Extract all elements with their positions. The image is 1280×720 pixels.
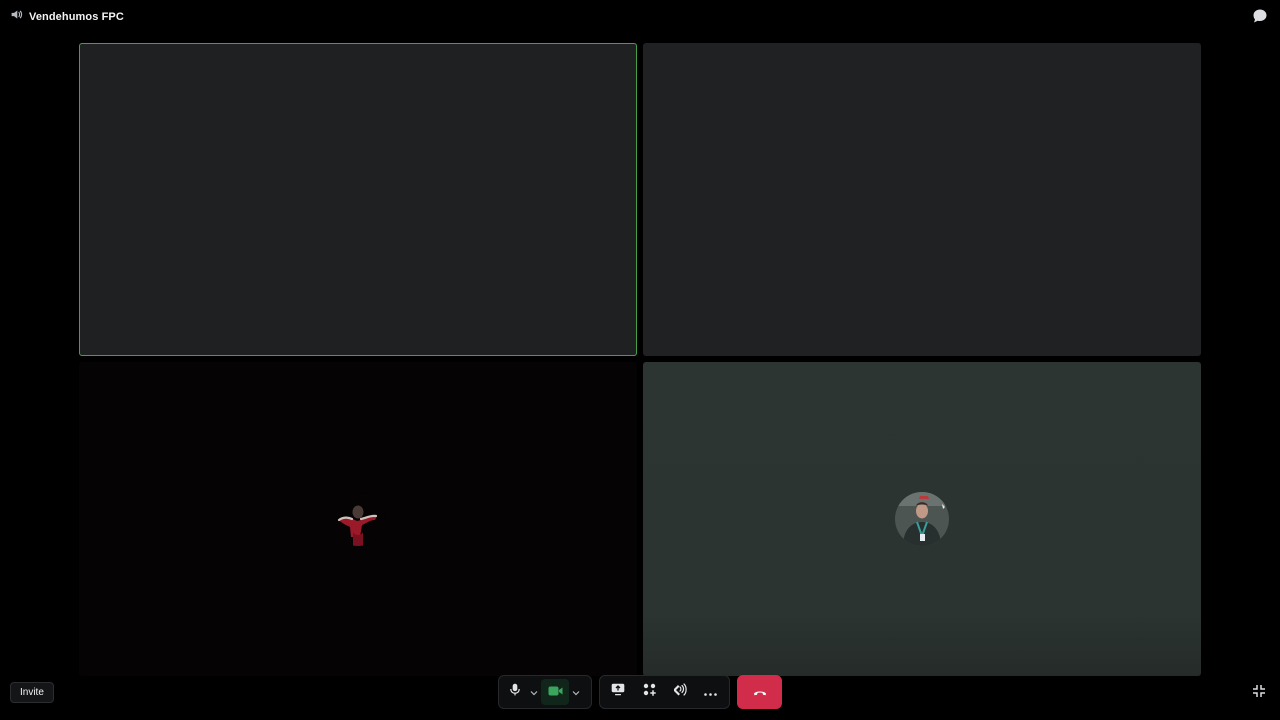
chevron-down-icon — [572, 683, 580, 701]
participant-tile[interactable] — [643, 43, 1201, 356]
hangup-icon — [753, 683, 767, 701]
call-header: Vendehumos FPC — [0, 0, 1280, 32]
chevron-down-icon — [530, 683, 538, 701]
camera-button[interactable] — [541, 679, 569, 705]
microphone-button[interactable] — [503, 679, 527, 705]
more-icon — [704, 683, 717, 701]
invite-button[interactable]: Invite — [10, 682, 54, 703]
activity-icon — [643, 683, 656, 701]
chat-button[interactable] — [1252, 8, 1268, 24]
chat-bubble-icon — [1252, 9, 1268, 28]
audio-video-controls — [498, 675, 592, 709]
soundboard-icon — [673, 683, 687, 701]
screen-share-icon — [611, 683, 625, 701]
audio-options-button[interactable] — [527, 679, 541, 705]
activity-controls — [599, 675, 730, 709]
more-options-button[interactable] — [697, 679, 725, 705]
disconnect-button[interactable] — [737, 675, 782, 709]
channel-header: Vendehumos FPC — [10, 8, 124, 26]
participant-tile-speaking[interactable] — [79, 43, 637, 356]
participant-tile[interactable] — [643, 362, 1201, 676]
speaker-icon — [10, 8, 23, 26]
exit-fullscreen-button[interactable] — [1252, 684, 1268, 700]
activities-button[interactable] — [635, 679, 663, 705]
user-avatar — [895, 492, 949, 546]
video-options-button[interactable] — [569, 679, 583, 705]
screen-share-button[interactable] — [604, 679, 632, 705]
user-avatar — [331, 492, 385, 546]
soundboard-button[interactable] — [666, 679, 694, 705]
exit-fullscreen-icon — [1252, 685, 1266, 702]
participant-tile[interactable] — [79, 362, 637, 676]
channel-title: Vendehumos FPC — [29, 11, 124, 23]
microphone-icon — [509, 683, 521, 701]
camera-icon — [548, 683, 563, 701]
